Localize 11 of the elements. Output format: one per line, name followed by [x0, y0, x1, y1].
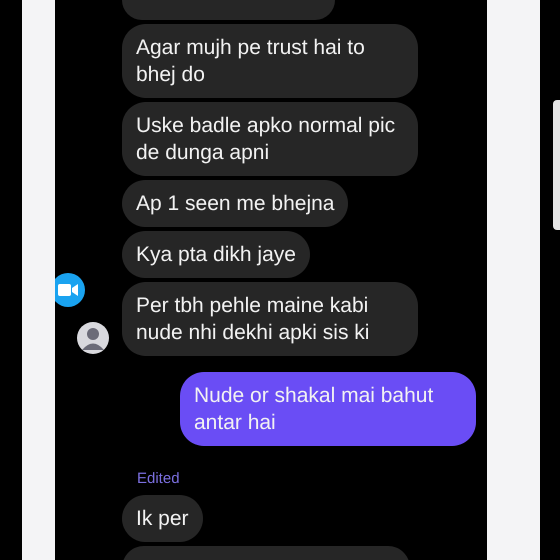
- message-bubble: Uske badle apko normal pic de dunga apni: [122, 102, 418, 176]
- video-camera-icon[interactable]: [55, 273, 85, 307]
- avatar-icon[interactable]: [77, 322, 109, 354]
- message-bubble: Agar mujh pe trust hai to bhej do: [122, 24, 418, 98]
- message-bubble: Ik per: [122, 495, 203, 542]
- message-bubble: Per tbh pehle maine kabi nude nhi dekhi apki sis ki: [122, 282, 418, 356]
- edited-label: Edited: [137, 470, 181, 487]
- message-bubble: Kya pta dikh jaye: [122, 231, 310, 278]
- message-bubble: Nude or shakal mai bahut antar hai: [180, 372, 476, 446]
- scroll-handle[interactable]: [553, 100, 560, 230]
- message-bubble: Ap 1 seen me bhejna: [122, 180, 348, 227]
